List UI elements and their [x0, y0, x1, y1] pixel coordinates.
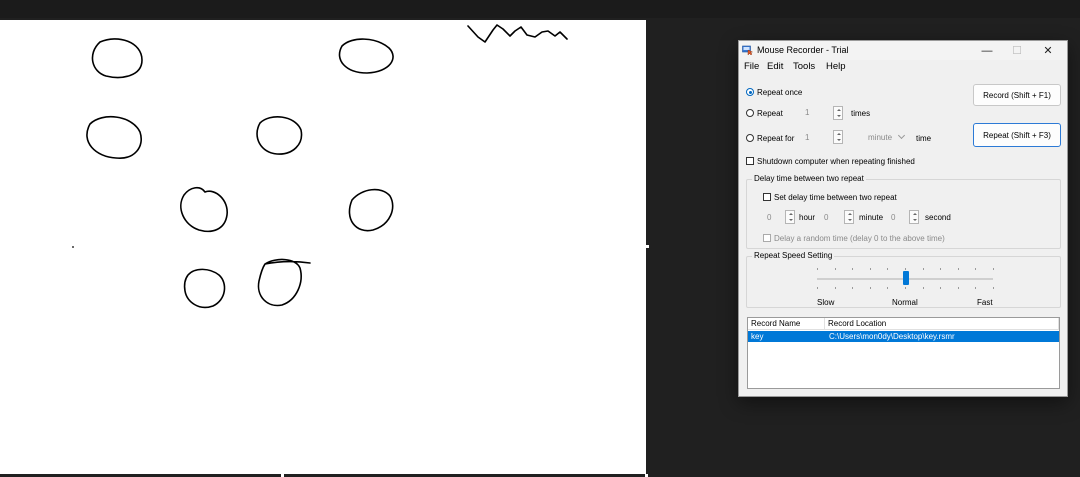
menu-help[interactable]: Help: [826, 61, 846, 72]
record-name-cell: key: [751, 332, 764, 341]
times-label: times: [851, 109, 871, 118]
record-button[interactable]: Record (Shift + F1): [973, 84, 1061, 106]
slider-tick: [869, 287, 871, 289]
repeat-times-radio[interactable]: [746, 109, 754, 117]
speed-slow-label: Slow: [817, 298, 835, 307]
repeat-once-label: Repeat once: [757, 88, 803, 97]
menu-file[interactable]: File: [744, 61, 759, 72]
time-label: time: [916, 134, 932, 143]
slider-tick: [957, 287, 959, 289]
slider-tick: [993, 268, 994, 270]
slider-tick: [975, 268, 977, 270]
drawn-circle: [183, 268, 226, 309]
title-bar[interactable]: Mouse Recorder - Trial — ☐ ✕: [739, 41, 1067, 60]
record-list[interactable]: Record Name Record Location key C:\Users…: [747, 317, 1060, 389]
hour-label: hour: [799, 213, 816, 222]
maximize-button[interactable]: ☐: [1002, 41, 1032, 60]
slider-tick: [993, 287, 994, 289]
close-button[interactable]: ✕: [1033, 41, 1063, 60]
column-header-record-location[interactable]: Record Location: [825, 318, 1059, 330]
chevron-down-icon: [897, 131, 906, 140]
drawn-circle: [348, 188, 394, 232]
speed-normal-label: Normal: [892, 298, 918, 307]
time-unit-value: minute: [868, 133, 893, 142]
menu-edit[interactable]: Edit: [767, 61, 783, 72]
slider-tick: [940, 268, 942, 270]
top-bar: [0, 0, 1080, 18]
drawn-circle: [91, 38, 143, 79]
drawn-scribble: [467, 24, 568, 43]
slider-tick: [922, 268, 924, 270]
drawn-circle: [86, 116, 142, 159]
delay-second-field[interactable]: 0: [891, 213, 895, 227]
random-delay-checkbox[interactable]: [763, 234, 771, 242]
delay-minute-spinner[interactable]: [844, 210, 854, 224]
slider-tick: [887, 287, 889, 289]
speed-group-title: Repeat Speed Setting: [752, 251, 835, 260]
shutdown-label: Shutdown computer when repeating finishe…: [757, 157, 915, 166]
delay-group: Delay time between two repeat Set delay …: [746, 174, 1061, 249]
delay-second-spinner[interactable]: [909, 210, 919, 224]
minute-label: minute: [859, 213, 884, 222]
repeat-times-label: Repeat: [757, 109, 783, 118]
slider-tick: [887, 268, 889, 270]
delay-group-title: Delay time between two repeat: [752, 174, 866, 183]
slider-tick: [975, 287, 977, 289]
slider-tick: [905, 268, 906, 270]
drawing-strokes: [72, 24, 568, 309]
slider-tick: [817, 287, 818, 289]
slider-tick: [817, 268, 818, 270]
drawing-canvas[interactable]: [0, 20, 646, 474]
slider-tick: [940, 287, 942, 289]
slider-tick: [922, 287, 924, 289]
speed-fast-label: Fast: [977, 298, 993, 307]
column-header-record-name[interactable]: Record Name: [748, 318, 825, 330]
menu-tools[interactable]: Tools: [793, 61, 815, 72]
drawn-circle: [338, 38, 394, 74]
shutdown-checkbox[interactable]: [746, 157, 754, 165]
delay-hour-spinner[interactable]: [785, 210, 795, 224]
repeat-once-radio[interactable]: [746, 88, 754, 96]
slider-tick: [957, 268, 959, 270]
repeat-for-field[interactable]: 1: [805, 133, 809, 147]
slider-tick: [852, 287, 854, 289]
repeat-for-radio[interactable]: [746, 134, 754, 142]
slider-tick: [834, 268, 836, 270]
random-delay-label: Delay a random time (delay 0 to the abov…: [774, 234, 945, 243]
slider-tick: [905, 287, 906, 289]
set-delay-checkbox[interactable]: [763, 193, 771, 201]
repeat-count-field[interactable]: 1: [805, 108, 809, 122]
minimize-button[interactable]: —: [972, 41, 1002, 60]
repeat-for-spinner[interactable]: [833, 130, 843, 144]
speed-slider-thumb[interactable]: [903, 271, 909, 285]
delay-hour-field[interactable]: 0: [767, 213, 771, 227]
table-row[interactable]: key C:\Users\mon0dy\Desktop\key.rsmr: [748, 331, 1059, 342]
record-location-cell: C:\Users\mon0dy\Desktop\key.rsmr: [829, 332, 955, 341]
time-unit-select[interactable]: minute: [863, 130, 909, 144]
delay-minute-field[interactable]: 0: [824, 213, 828, 227]
repeat-count-spinner[interactable]: [833, 106, 843, 120]
repeat-for-label: Repeat for: [757, 134, 795, 143]
window-title: Mouse Recorder - Trial: [757, 45, 849, 55]
repeat-button[interactable]: Repeat (Shift + F3): [973, 123, 1061, 147]
slider-tick: [834, 287, 836, 289]
drawn-circle: [256, 116, 303, 155]
slider-tick: [852, 268, 854, 270]
set-delay-label: Set delay time between two repeat: [774, 193, 897, 202]
slider-tick: [869, 268, 871, 270]
resize-handle[interactable]: [646, 245, 649, 248]
drawn-circle: [257, 258, 311, 307]
app-icon: [742, 45, 753, 55]
mouse-recorder-window: Mouse Recorder - Trial — ☐ ✕ File Edit T…: [738, 40, 1068, 397]
stray-dot: [72, 246, 74, 248]
drawn-circle: [180, 186, 228, 233]
second-label: second: [925, 213, 951, 222]
speed-group: Repeat Speed Setting Slow Normal Fast: [746, 251, 1061, 308]
